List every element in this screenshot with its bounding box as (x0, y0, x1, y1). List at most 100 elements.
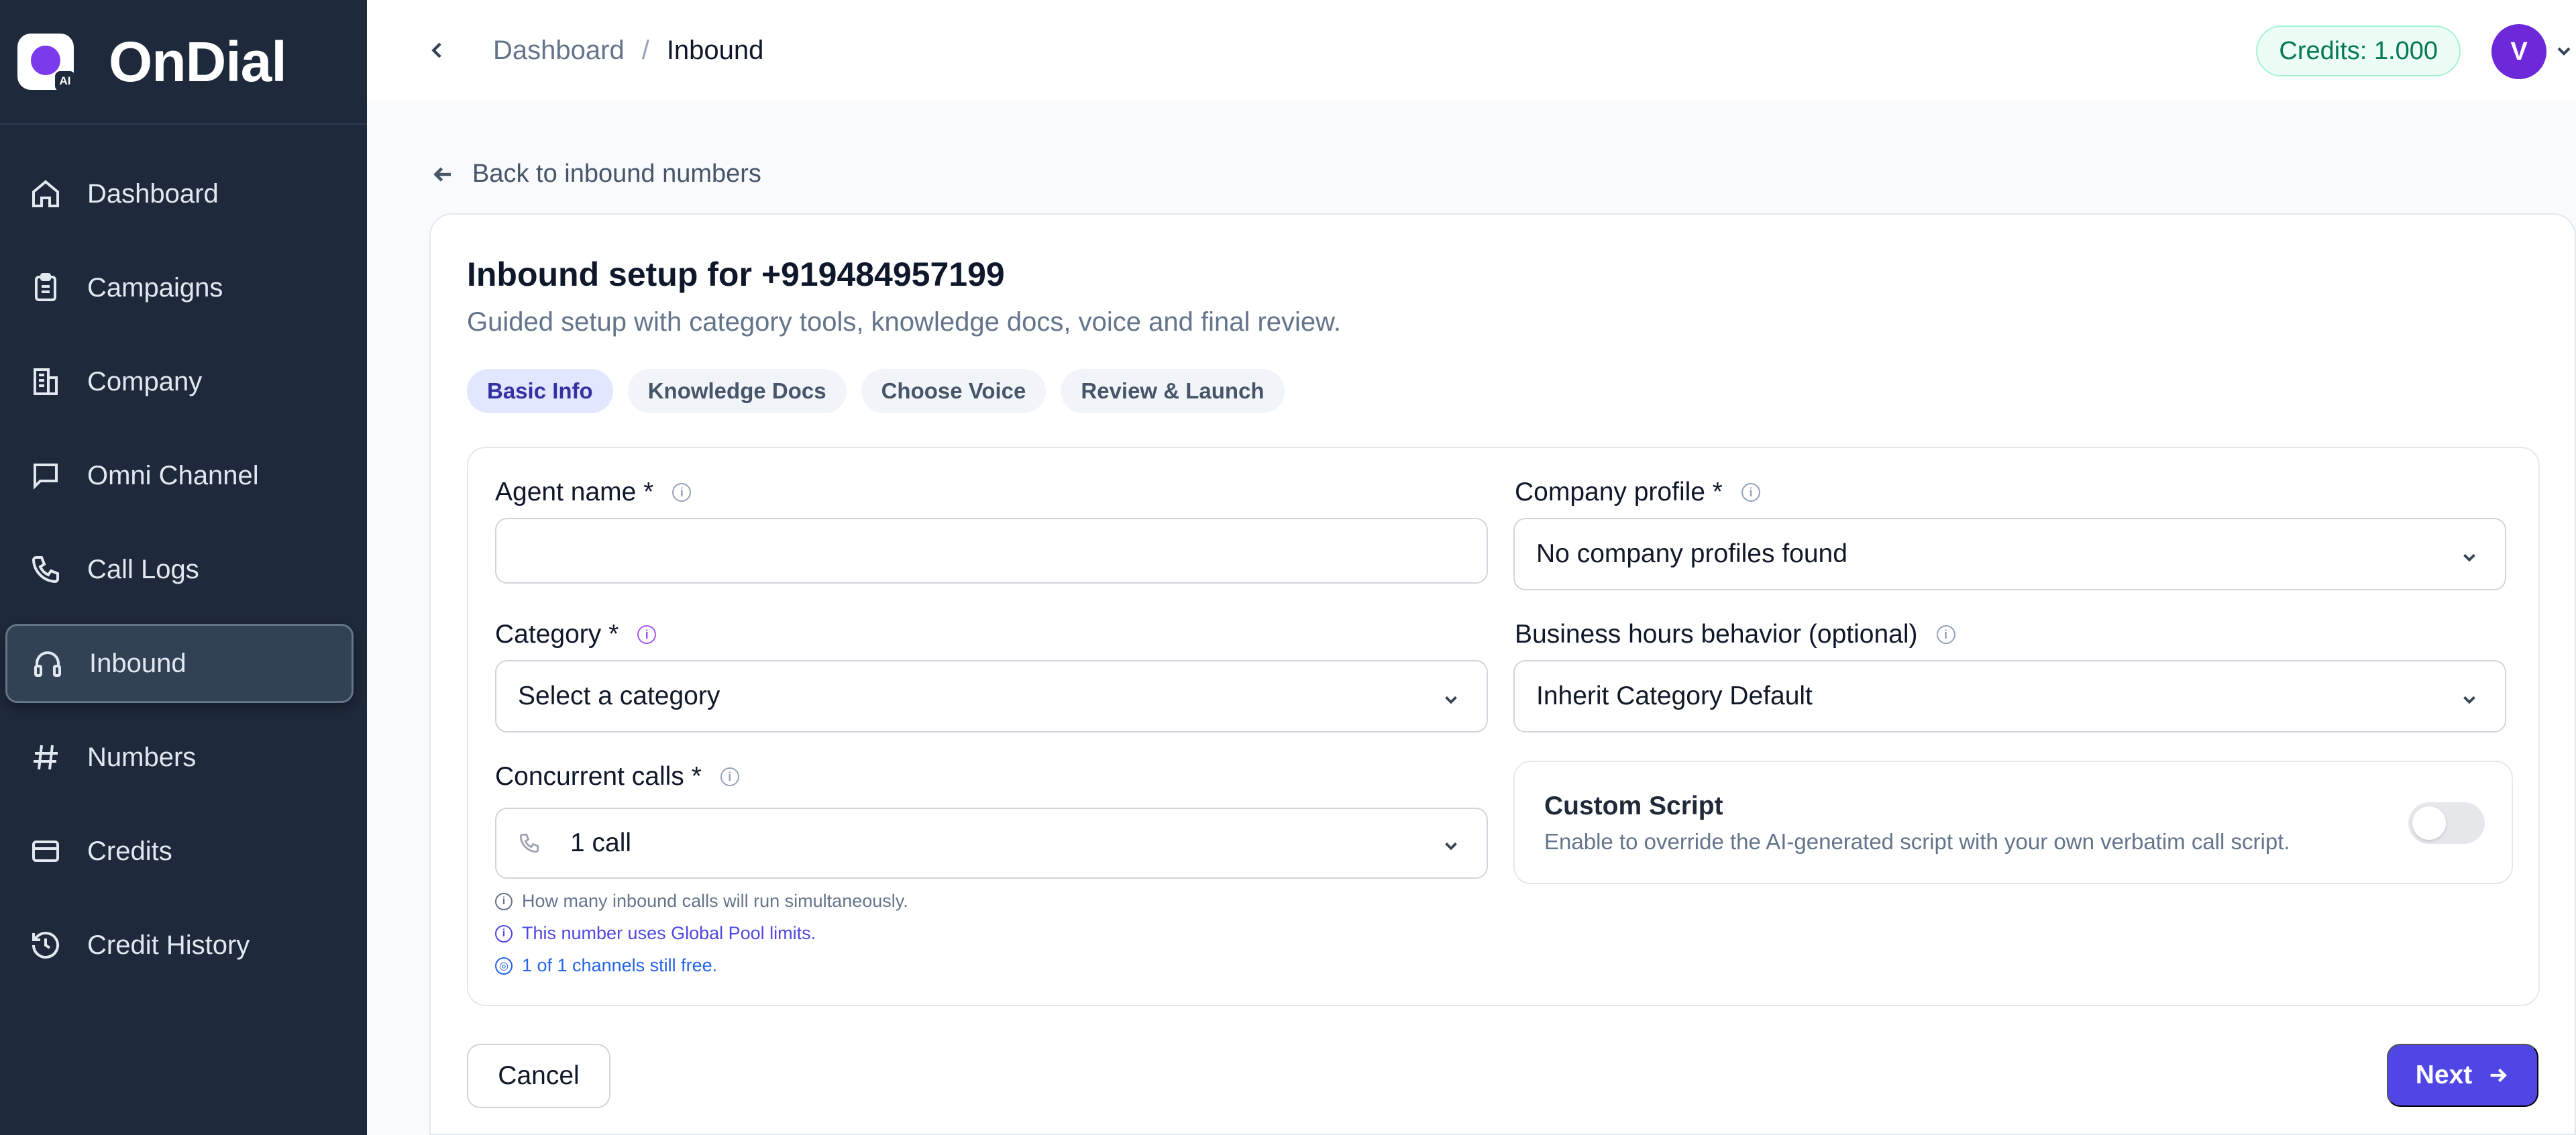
sidebar: AI OnDial Dashboard Campaigns Company Om… (0, 0, 367, 1135)
back-to-inbound-link[interactable]: Back to inbound numbers (431, 160, 761, 188)
sidebar-item-credits[interactable]: Credits (5, 812, 354, 891)
concurrent-calls-value: 1 call (570, 828, 632, 857)
breadcrumb-current: Inbound (666, 35, 764, 65)
cancel-button[interactable]: Cancel (467, 1044, 610, 1108)
custom-script-toggle[interactable] (2408, 802, 2485, 844)
breadcrumb: Dashboard / Inbound (493, 36, 763, 66)
business-hours-label-text: Business hours behavior (optional) (1515, 620, 1918, 649)
sidebar-item-dashboard[interactable]: Dashboard (5, 154, 354, 233)
category-select[interactable]: Select a category (495, 660, 1488, 733)
history-icon (28, 928, 63, 963)
step-choose-voice[interactable]: Choose Voice (861, 369, 1046, 413)
agent-name-label: Agent name * i (495, 478, 692, 507)
sidebar-nav: Dashboard Campaigns Company Omni Channel… (0, 125, 367, 985)
category-value: Select a category (518, 682, 720, 710)
toggle-knob (2412, 806, 2446, 840)
breadcrumb-separator: / (641, 35, 649, 65)
agent-name-input[interactable] (495, 518, 1488, 584)
sidebar-item-call-logs[interactable]: Call Logs (5, 530, 354, 609)
sidebar-item-label: Numbers (87, 742, 197, 772)
brand-logo: AI (17, 34, 75, 91)
page-title: Inbound setup for +919484957199 (467, 256, 1005, 293)
chevron-down-icon[interactable] (2553, 40, 2575, 62)
next-button-label: Next (2415, 1061, 2473, 1089)
arrow-right-icon (2490, 1068, 2508, 1083)
brand-name: OnDial (109, 30, 287, 93)
sidebar-item-label: Inbound (89, 648, 186, 678)
clipboard-icon (28, 270, 63, 305)
sidebar-item-credit-history[interactable]: Credit History (5, 906, 354, 985)
topbar: Dashboard / Inbound Credits: 1.000 V (367, 0, 2576, 101)
concurrent-calls-select[interactable]: 1 call (495, 808, 1488, 879)
info-icon: i (495, 924, 513, 942)
target-icon: ◎ (495, 957, 513, 975)
company-profile-label-text: Company profile * (1515, 478, 1723, 506)
chevron-down-icon (2459, 687, 2479, 707)
info-icon[interactable]: i (720, 767, 739, 786)
sidebar-item-label: Call Logs (87, 554, 199, 584)
next-button[interactable]: Next (2387, 1044, 2538, 1107)
logo-dot (31, 46, 60, 75)
hint-text: 1 of 1 channels still free. (522, 955, 718, 975)
hint-channels-free: ◎ 1 of 1 channels still free. (495, 955, 717, 976)
sidebar-item-numbers[interactable]: Numbers (5, 718, 354, 797)
back-link-label: Back to inbound numbers (472, 160, 761, 188)
concurrent-calls-label: Concurrent calls * i (495, 762, 739, 792)
business-hours-select[interactable]: Inherit Category Default (1513, 660, 2506, 733)
step-basic-info[interactable]: Basic Info (467, 369, 613, 413)
avatar[interactable]: V (2491, 24, 2546, 79)
chevron-left-icon (431, 42, 441, 58)
business-hours-value: Inherit Category Default (1536, 682, 1813, 710)
credits-badge[interactable]: Credits: 1.000 (2256, 25, 2461, 76)
chat-icon (28, 458, 63, 493)
sidebar-item-omni-channel[interactable]: Omni Channel (5, 436, 354, 515)
credit-card-icon (28, 834, 63, 869)
hint-concurrency: i How many inbound calls will run simult… (495, 891, 908, 912)
logo-ai-badge: AI (55, 71, 75, 91)
sidebar-item-label: Credits (87, 836, 172, 866)
business-hours-label: Business hours behavior (optional) i (1515, 620, 1955, 649)
basic-info-form: Agent name * i Company profile * i No co… (467, 447, 2540, 1006)
page-subtitle: Guided setup with category tools, knowle… (467, 307, 1341, 337)
category-label: Category * i (495, 620, 657, 649)
chevron-down-icon (1441, 833, 1461, 853)
sidebar-item-company[interactable]: Company (5, 342, 354, 421)
hint-global-pool: i This number uses Global Pool limits. (495, 923, 816, 944)
home-icon (28, 176, 63, 211)
custom-script-card: Custom Script Enable to override the AI-… (1513, 761, 2513, 884)
company-profile-select[interactable]: No company profiles found (1513, 518, 2506, 590)
stepper: Basic Info Knowledge Docs Choose Voice R… (467, 369, 1299, 413)
sidebar-item-label: Campaigns (87, 272, 223, 303)
brand[interactable]: AI OnDial (0, 0, 367, 125)
sidebar-item-label: Dashboard (87, 178, 219, 209)
chevron-down-icon (1441, 687, 1461, 707)
sidebar-item-campaigns[interactable]: Campaigns (5, 248, 354, 327)
agent-name-label-text: Agent name * (495, 478, 654, 506)
company-profile-label: Company profile * i (1515, 478, 1760, 507)
step-review-launch[interactable]: Review & Launch (1061, 369, 1285, 413)
company-profile-value: No company profiles found (1536, 539, 1847, 568)
hint-text: How many inbound calls will run simultan… (522, 891, 908, 911)
sidebar-item-inbound[interactable]: Inbound (5, 624, 354, 703)
info-icon[interactable]: i (1936, 625, 1955, 644)
phone-icon (28, 552, 63, 587)
hash-icon (28, 740, 63, 775)
hint-text: This number uses Global Pool limits. (522, 923, 816, 943)
building-icon (28, 364, 63, 399)
breadcrumb-dashboard[interactable]: Dashboard (493, 36, 625, 66)
info-icon[interactable]: i (637, 625, 657, 644)
category-label-text: Category * (495, 620, 619, 649)
arrow-left-icon (433, 166, 451, 182)
step-knowledge-docs[interactable]: Knowledge Docs (627, 369, 847, 413)
sidebar-item-label: Credit History (87, 930, 250, 960)
custom-script-title: Custom Script (1544, 792, 1723, 820)
phone-icon (518, 832, 541, 855)
headphones-icon (30, 646, 65, 681)
sidebar-item-label: Company (87, 366, 203, 396)
setup-card: Inbound setup for +919484957199 Guided s… (429, 213, 2576, 1135)
info-icon: i (495, 892, 513, 910)
info-icon[interactable]: i (672, 483, 692, 502)
info-icon[interactable]: i (1741, 483, 1760, 502)
back-button[interactable] (426, 37, 453, 64)
chevron-down-icon (2459, 545, 2479, 565)
